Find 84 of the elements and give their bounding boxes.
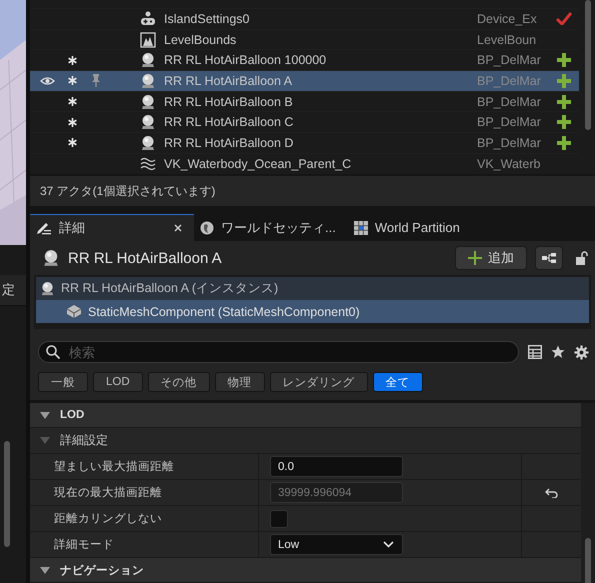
filter-button[interactable]: 物理 xyxy=(214,372,265,392)
sphere-icon xyxy=(140,114,156,130)
actor-type: LevelBoun xyxy=(477,32,538,47)
outliner-row[interactable]: RR RL HotAirBalloon B BP_DelMar xyxy=(30,92,579,112)
scrollbar[interactable] xyxy=(585,0,591,130)
sphere-icon xyxy=(140,72,156,89)
subsection-header[interactable]: 詳細設定 xyxy=(30,428,581,454)
cube-icon xyxy=(66,304,82,319)
property-label: 詳細モード xyxy=(54,538,114,552)
pin-icon[interactable] xyxy=(92,74,100,88)
lock-icon[interactable] xyxy=(575,251,589,265)
section-header[interactable]: LOD xyxy=(30,403,581,428)
actor-type: BP_DelMar xyxy=(477,136,542,150)
outliner-row[interactable]: RR RL HotAirBalloon C BP_DelMar xyxy=(30,112,579,134)
component-item[interactable]: StaticMeshComponent (StaticMeshComponent0) xyxy=(36,300,589,323)
sphere-icon xyxy=(42,249,60,267)
property-label: 現在の最大描画距離 xyxy=(54,486,162,500)
plus-icon[interactable] xyxy=(557,53,571,68)
table-icon[interactable] xyxy=(528,345,542,359)
filter-button[interactable]: その他 xyxy=(148,372,210,392)
actor-type: BP_DelMar xyxy=(477,115,542,130)
plus-icon[interactable] xyxy=(557,115,571,130)
settings-icon[interactable] xyxy=(574,344,589,360)
checkbox[interactable] xyxy=(270,510,288,528)
dropdown[interactable]: Low xyxy=(270,534,403,555)
section-header[interactable]: ナビゲーション xyxy=(30,558,581,583)
hierarchy-icon xyxy=(542,253,556,263)
pencil-icon xyxy=(36,221,52,235)
actor-name: RR RL HotAirBalloon A xyxy=(164,74,294,88)
filter-button[interactable]: 全て xyxy=(372,372,423,392)
panel-tab[interactable]: 詳細 xyxy=(30,214,194,241)
waves-icon xyxy=(140,156,156,171)
outliner-row[interactable]: RR RL HotAirBalloon D BP_DelMar xyxy=(30,133,579,154)
plus-icon xyxy=(468,251,482,265)
actor-type: VK_Waterb xyxy=(477,156,542,171)
chevron-icon xyxy=(383,541,394,548)
sphere-icon xyxy=(40,281,55,296)
actor-type: BP_DelMar xyxy=(477,74,542,88)
panel-tab[interactable]: World Partition xyxy=(348,214,472,241)
scrollbar[interactable] xyxy=(585,538,591,583)
actor-type: BP_DelMar xyxy=(477,94,542,109)
outliner-row[interactable]: IslandSettings0 Device_Ex xyxy=(30,9,579,30)
panel-label: 定 xyxy=(2,281,15,299)
actor-type: Device_Ex xyxy=(477,12,538,26)
actor-name: RR RL HotAirBalloon 100000 xyxy=(164,53,328,68)
filter-button[interactable]: LOD xyxy=(93,372,143,392)
grid-icon xyxy=(354,220,368,234)
actor-name: RR RL HotAirBalloon C xyxy=(164,115,294,130)
actor-name: RR RL HotAirBalloon D xyxy=(164,136,294,150)
caret-icon[interactable] xyxy=(40,566,50,574)
actor-count: 37 アクタ(1個選択されています) xyxy=(40,182,216,200)
blueprint-button[interactable] xyxy=(535,246,563,270)
eye-icon[interactable] xyxy=(40,76,54,86)
filter-button[interactable]: 一般 xyxy=(38,372,88,392)
actor-title: RR RL HotAirBalloon A xyxy=(68,250,223,266)
sphere-icon xyxy=(140,94,156,110)
actor-name: VK_Waterbody_Ocean_Parent_C xyxy=(164,156,352,171)
property-label: 望ましい最大描画距離 xyxy=(54,460,174,474)
sphere-icon xyxy=(140,134,156,151)
filter-button[interactable]: レンダリング xyxy=(270,372,368,392)
gamepad-icon xyxy=(140,10,156,27)
globe-icon xyxy=(200,220,214,234)
plus-icon[interactable] xyxy=(557,74,571,88)
outliner-row[interactable]: RR RL HotAirBalloon A BP_DelMar xyxy=(30,71,579,92)
outliner-row[interactable]: LevelBounds LevelBoun xyxy=(30,30,579,50)
property-label: 距離カリングしない xyxy=(54,512,162,526)
number-field[interactable]: 0.0 xyxy=(270,456,403,477)
sphere-icon xyxy=(140,52,156,68)
outliner-row[interactable]: VK_Waterbody_Ocean_Parent_C VK_Waterb xyxy=(30,154,579,174)
search-field[interactable]: 検索 xyxy=(38,341,519,363)
panel-tab[interactable]: ワールドセッティ... xyxy=(194,214,348,241)
scrollbar[interactable] xyxy=(4,441,10,547)
component-item[interactable]: RR RL HotAirBalloon A (インスタンス) xyxy=(36,277,589,300)
caret-icon[interactable] xyxy=(40,412,50,418)
plus-icon[interactable] xyxy=(557,94,571,109)
close-icon[interactable] xyxy=(174,224,182,232)
mountain-icon xyxy=(140,32,156,48)
plus-icon[interactable] xyxy=(557,136,571,150)
star-icon[interactable] xyxy=(551,345,565,359)
add-button[interactable]: 追加 xyxy=(455,246,527,270)
actor-name: IslandSettings0 xyxy=(164,12,250,26)
actor-name: LevelBounds xyxy=(164,32,238,47)
actor-type: BP_DelMar xyxy=(477,53,542,68)
actor-name: RR RL HotAirBalloon B xyxy=(164,94,294,109)
